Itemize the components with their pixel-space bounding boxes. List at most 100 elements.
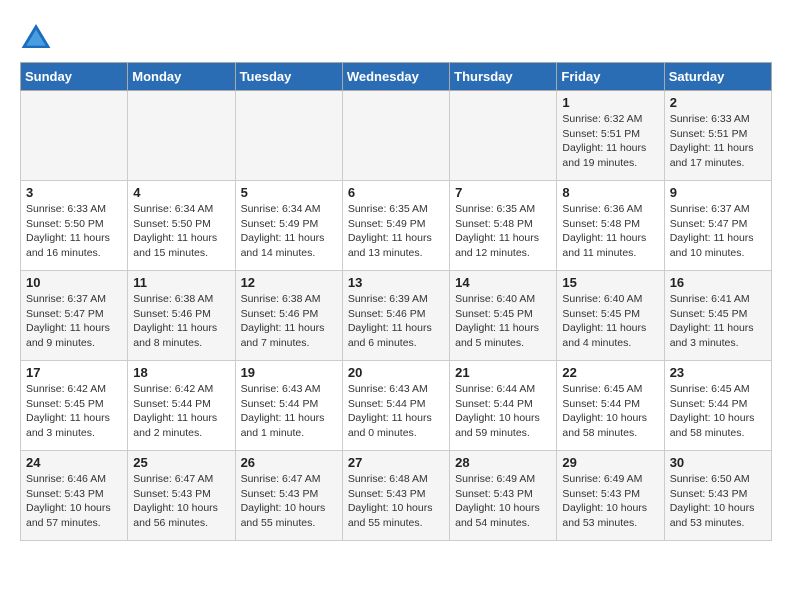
logo-icon bbox=[20, 20, 52, 52]
day-cell: 13 Sunrise: 6:39 AM Sunset: 5:46 PM Dayli… bbox=[342, 271, 449, 361]
day-cell: 20 Sunrise: 6:43 AM Sunset: 5:44 PM Dayli… bbox=[342, 361, 449, 451]
day-cell: 18 Sunrise: 6:42 AM Sunset: 5:44 PM Dayli… bbox=[128, 361, 235, 451]
day-info: Sunrise: 6:44 AM Sunset: 5:44 PM Dayligh… bbox=[455, 382, 551, 441]
day-cell: 24 Sunrise: 6:46 AM Sunset: 5:43 PM Dayli… bbox=[21, 451, 128, 541]
day-info: Sunrise: 6:49 AM Sunset: 5:43 PM Dayligh… bbox=[562, 472, 658, 531]
day-cell: 17 Sunrise: 6:42 AM Sunset: 5:45 PM Dayli… bbox=[21, 361, 128, 451]
day-info: Sunrise: 6:45 AM Sunset: 5:44 PM Dayligh… bbox=[562, 382, 658, 441]
day-number: 9 bbox=[670, 185, 766, 200]
day-cell: 15Sunrise: 6:40 AM Sunset: 5:45 PM Dayli… bbox=[557, 271, 664, 361]
day-info: Sunrise: 6:35 AM Sunset: 5:48 PM Dayligh… bbox=[455, 202, 551, 261]
day-cell: 30 Sunrise: 6:50 AM Sunset: 5:43 PM Dayli… bbox=[664, 451, 771, 541]
day-info: Sunrise: 6:47 AM Sunset: 5:43 PM Dayligh… bbox=[241, 472, 337, 531]
day-info: Sunrise: 6:42 AM Sunset: 5:44 PM Dayligh… bbox=[133, 382, 229, 441]
day-number: 17 bbox=[26, 365, 122, 380]
week-row-1: 1Sunrise: 6:32 AM Sunset: 5:51 PM Daylig… bbox=[21, 91, 772, 181]
day-info: Sunrise: 6:42 AM Sunset: 5:45 PM Dayligh… bbox=[26, 382, 122, 441]
day-cell: 26 Sunrise: 6:47 AM Sunset: 5:43 PM Dayli… bbox=[235, 451, 342, 541]
day-info: Sunrise: 6:36 AM Sunset: 5:48 PM Dayligh… bbox=[562, 202, 658, 261]
day-info: Sunrise: 6:34 AM Sunset: 5:50 PM Dayligh… bbox=[133, 202, 229, 261]
day-info: Sunrise: 6:43 AM Sunset: 5:44 PM Dayligh… bbox=[348, 382, 444, 441]
day-number: 27 bbox=[348, 455, 444, 470]
day-number: 28 bbox=[455, 455, 551, 470]
column-header-saturday: Saturday bbox=[664, 63, 771, 91]
column-header-thursday: Thursday bbox=[450, 63, 557, 91]
day-info: Sunrise: 6:40 AM Sunset: 5:45 PM Dayligh… bbox=[455, 292, 551, 351]
day-number: 19 bbox=[241, 365, 337, 380]
day-info: Sunrise: 6:35 AM Sunset: 5:49 PM Dayligh… bbox=[348, 202, 444, 261]
day-number: 18 bbox=[133, 365, 229, 380]
page-header bbox=[20, 20, 772, 52]
week-row-2: 3 Sunrise: 6:33 AM Sunset: 5:50 PM Daylig… bbox=[21, 181, 772, 271]
day-number: 3 bbox=[26, 185, 122, 200]
day-cell: 25 Sunrise: 6:47 AM Sunset: 5:43 PM Dayli… bbox=[128, 451, 235, 541]
logo bbox=[20, 20, 58, 52]
day-number: 23 bbox=[670, 365, 766, 380]
day-cell: 1Sunrise: 6:32 AM Sunset: 5:51 PM Daylig… bbox=[557, 91, 664, 181]
day-info: Sunrise: 6:43 AM Sunset: 5:44 PM Dayligh… bbox=[241, 382, 337, 441]
calendar-body: 1Sunrise: 6:32 AM Sunset: 5:51 PM Daylig… bbox=[21, 91, 772, 541]
day-cell: 14Sunrise: 6:40 AM Sunset: 5:45 PM Dayli… bbox=[450, 271, 557, 361]
calendar-table: SundayMondayTuesdayWednesdayThursdayFrid… bbox=[20, 62, 772, 541]
day-number: 22 bbox=[562, 365, 658, 380]
day-info: Sunrise: 6:49 AM Sunset: 5:43 PM Dayligh… bbox=[455, 472, 551, 531]
day-cell: 5 Sunrise: 6:34 AM Sunset: 5:49 PM Daylig… bbox=[235, 181, 342, 271]
day-info: Sunrise: 6:45 AM Sunset: 5:44 PM Dayligh… bbox=[670, 382, 766, 441]
column-header-wednesday: Wednesday bbox=[342, 63, 449, 91]
day-cell: 8 Sunrise: 6:36 AM Sunset: 5:48 PM Daylig… bbox=[557, 181, 664, 271]
day-cell: 16 Sunrise: 6:41 AM Sunset: 5:45 PM Dayli… bbox=[664, 271, 771, 361]
day-info: Sunrise: 6:47 AM Sunset: 5:43 PM Dayligh… bbox=[133, 472, 229, 531]
day-info: Sunrise: 6:39 AM Sunset: 5:46 PM Dayligh… bbox=[348, 292, 444, 351]
day-cell: 12 Sunrise: 6:38 AM Sunset: 5:46 PM Dayli… bbox=[235, 271, 342, 361]
day-number: 6 bbox=[348, 185, 444, 200]
day-cell: 28 Sunrise: 6:49 AM Sunset: 5:43 PM Dayli… bbox=[450, 451, 557, 541]
day-number: 13 bbox=[348, 275, 444, 290]
day-cell: 4 Sunrise: 6:34 AM Sunset: 5:50 PM Daylig… bbox=[128, 181, 235, 271]
day-info: Sunrise: 6:41 AM Sunset: 5:45 PM Dayligh… bbox=[670, 292, 766, 351]
day-info: Sunrise: 6:48 AM Sunset: 5:43 PM Dayligh… bbox=[348, 472, 444, 531]
day-number: 24 bbox=[26, 455, 122, 470]
day-cell: 23 Sunrise: 6:45 AM Sunset: 5:44 PM Dayli… bbox=[664, 361, 771, 451]
day-cell bbox=[450, 91, 557, 181]
day-info: Sunrise: 6:50 AM Sunset: 5:43 PM Dayligh… bbox=[670, 472, 766, 531]
day-info: Sunrise: 6:40 AM Sunset: 5:45 PM Dayligh… bbox=[562, 292, 658, 351]
calendar-header: SundayMondayTuesdayWednesdayThursdayFrid… bbox=[21, 63, 772, 91]
day-cell: 11 Sunrise: 6:38 AM Sunset: 5:46 PM Dayli… bbox=[128, 271, 235, 361]
day-number: 26 bbox=[241, 455, 337, 470]
day-cell: 22 Sunrise: 6:45 AM Sunset: 5:44 PM Dayli… bbox=[557, 361, 664, 451]
day-cell: 3 Sunrise: 6:33 AM Sunset: 5:50 PM Daylig… bbox=[21, 181, 128, 271]
day-number: 30 bbox=[670, 455, 766, 470]
day-info: Sunrise: 6:33 AM Sunset: 5:50 PM Dayligh… bbox=[26, 202, 122, 261]
day-number: 4 bbox=[133, 185, 229, 200]
day-info: Sunrise: 6:34 AM Sunset: 5:49 PM Dayligh… bbox=[241, 202, 337, 261]
day-cell bbox=[128, 91, 235, 181]
day-number: 2 bbox=[670, 95, 766, 110]
day-info: Sunrise: 6:37 AM Sunset: 5:47 PM Dayligh… bbox=[26, 292, 122, 351]
day-number: 29 bbox=[562, 455, 658, 470]
day-number: 16 bbox=[670, 275, 766, 290]
column-header-friday: Friday bbox=[557, 63, 664, 91]
week-row-4: 17 Sunrise: 6:42 AM Sunset: 5:45 PM Dayli… bbox=[21, 361, 772, 451]
day-cell: 2Sunrise: 6:33 AM Sunset: 5:51 PM Daylig… bbox=[664, 91, 771, 181]
day-cell bbox=[21, 91, 128, 181]
day-number: 8 bbox=[562, 185, 658, 200]
day-cell: 7 Sunrise: 6:35 AM Sunset: 5:48 PM Daylig… bbox=[450, 181, 557, 271]
column-header-sunday: Sunday bbox=[21, 63, 128, 91]
day-number: 5 bbox=[241, 185, 337, 200]
day-number: 12 bbox=[241, 275, 337, 290]
day-cell: 19 Sunrise: 6:43 AM Sunset: 5:44 PM Dayli… bbox=[235, 361, 342, 451]
day-number: 7 bbox=[455, 185, 551, 200]
day-info: Sunrise: 6:46 AM Sunset: 5:43 PM Dayligh… bbox=[26, 472, 122, 531]
day-info: Sunrise: 6:38 AM Sunset: 5:46 PM Dayligh… bbox=[133, 292, 229, 351]
week-row-3: 10 Sunrise: 6:37 AM Sunset: 5:47 PM Dayli… bbox=[21, 271, 772, 361]
day-number: 20 bbox=[348, 365, 444, 380]
day-number: 10 bbox=[26, 275, 122, 290]
header-row: SundayMondayTuesdayWednesdayThursdayFrid… bbox=[21, 63, 772, 91]
day-number: 25 bbox=[133, 455, 229, 470]
day-number: 11 bbox=[133, 275, 229, 290]
day-cell: 27 Sunrise: 6:48 AM Sunset: 5:43 PM Dayli… bbox=[342, 451, 449, 541]
day-cell: 21 Sunrise: 6:44 AM Sunset: 5:44 PM Dayli… bbox=[450, 361, 557, 451]
day-number: 21 bbox=[455, 365, 551, 380]
day-info: Sunrise: 6:32 AM Sunset: 5:51 PM Dayligh… bbox=[562, 112, 658, 171]
day-info: Sunrise: 6:38 AM Sunset: 5:46 PM Dayligh… bbox=[241, 292, 337, 351]
